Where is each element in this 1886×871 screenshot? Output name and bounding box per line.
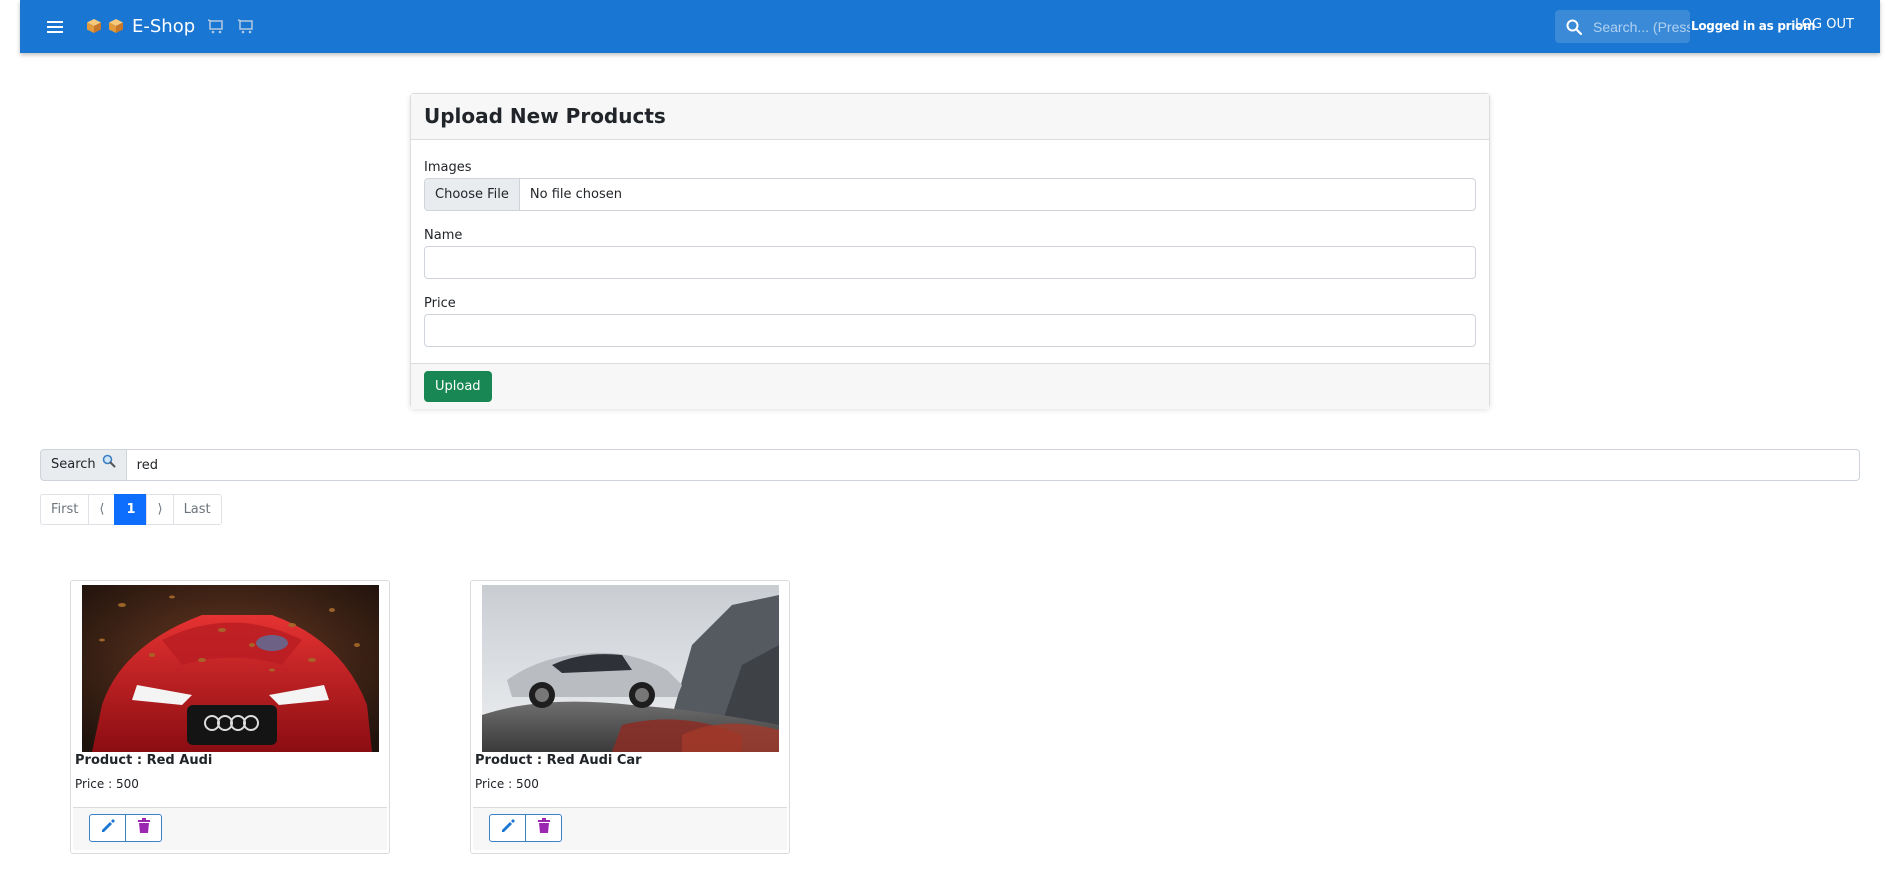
pagination: First ⟨ 1 ⟩ Last	[40, 494, 222, 525]
upload-button[interactable]: Upload	[424, 371, 492, 402]
page-next[interactable]: ⟩	[146, 494, 174, 525]
trash-icon	[537, 817, 551, 839]
page-first[interactable]: First	[40, 494, 90, 525]
name-input[interactable]	[424, 246, 1476, 279]
product-price: Price : 500	[75, 777, 139, 791]
action-button-group	[489, 814, 562, 842]
product-image	[82, 585, 379, 752]
edit-button[interactable]	[489, 814, 526, 842]
search-input[interactable]	[126, 449, 1860, 481]
search-icon	[1565, 18, 1583, 36]
product-price: Price : 500	[475, 777, 539, 791]
search-addon: Search	[40, 449, 127, 481]
package-icon	[108, 18, 124, 34]
menu-icon[interactable]	[42, 14, 70, 40]
product-image	[482, 585, 779, 752]
delete-button[interactable]	[525, 814, 562, 842]
upload-form: Images Choose File No file chosen Name P…	[411, 140, 1489, 363]
images-label: Images	[424, 160, 472, 175]
upload-card-footer: Upload	[411, 363, 1489, 409]
edit-button[interactable]	[89, 814, 126, 842]
app-title: E-Shop	[132, 15, 196, 37]
page-prev[interactable]: ⟨	[88, 494, 116, 525]
appbar-search-input[interactable]	[1593, 10, 1690, 43]
brand: E-Shop	[86, 15, 255, 37]
product-card: Product : Red Audi Car Price : 500	[470, 580, 790, 854]
product-actions	[473, 807, 787, 850]
upload-card: Upload New Products Images Choose File N…	[410, 93, 1490, 409]
pencil-icon	[500, 818, 516, 839]
appbar-search	[1555, 10, 1690, 43]
price-label: Price	[424, 296, 456, 311]
action-button-group	[89, 814, 162, 842]
images-file-input[interactable]: Choose File No file chosen	[424, 178, 1476, 211]
product-name: Product : Red Audi Car	[475, 753, 642, 768]
page-last[interactable]: Last	[172, 494, 222, 525]
cart-icon	[237, 18, 255, 34]
package-icon	[86, 18, 102, 34]
price-input[interactable]	[424, 314, 1476, 347]
name-label: Name	[424, 228, 463, 243]
magnifier-icon	[102, 450, 116, 480]
choose-file-button[interactable]: Choose File	[425, 179, 520, 210]
logout-button[interactable]: LOG OUT	[1795, 17, 1854, 32]
page-current[interactable]: 1	[114, 494, 148, 525]
product-search: Search	[40, 449, 1860, 481]
delete-button[interactable]	[125, 814, 162, 842]
app-bar: E-Shop Logged in as priom LOG OUT	[20, 0, 1880, 53]
trash-icon	[137, 817, 151, 839]
product-name: Product : Red Audi	[75, 753, 213, 768]
search-label: Search	[51, 457, 96, 472]
upload-card-title: Upload New Products	[411, 94, 1489, 140]
pencil-icon	[100, 818, 116, 839]
file-status: No file chosen	[529, 187, 622, 202]
product-card: Product : Red Audi Price : 500	[70, 580, 390, 854]
cart-icon	[207, 18, 225, 34]
product-actions	[73, 807, 387, 850]
